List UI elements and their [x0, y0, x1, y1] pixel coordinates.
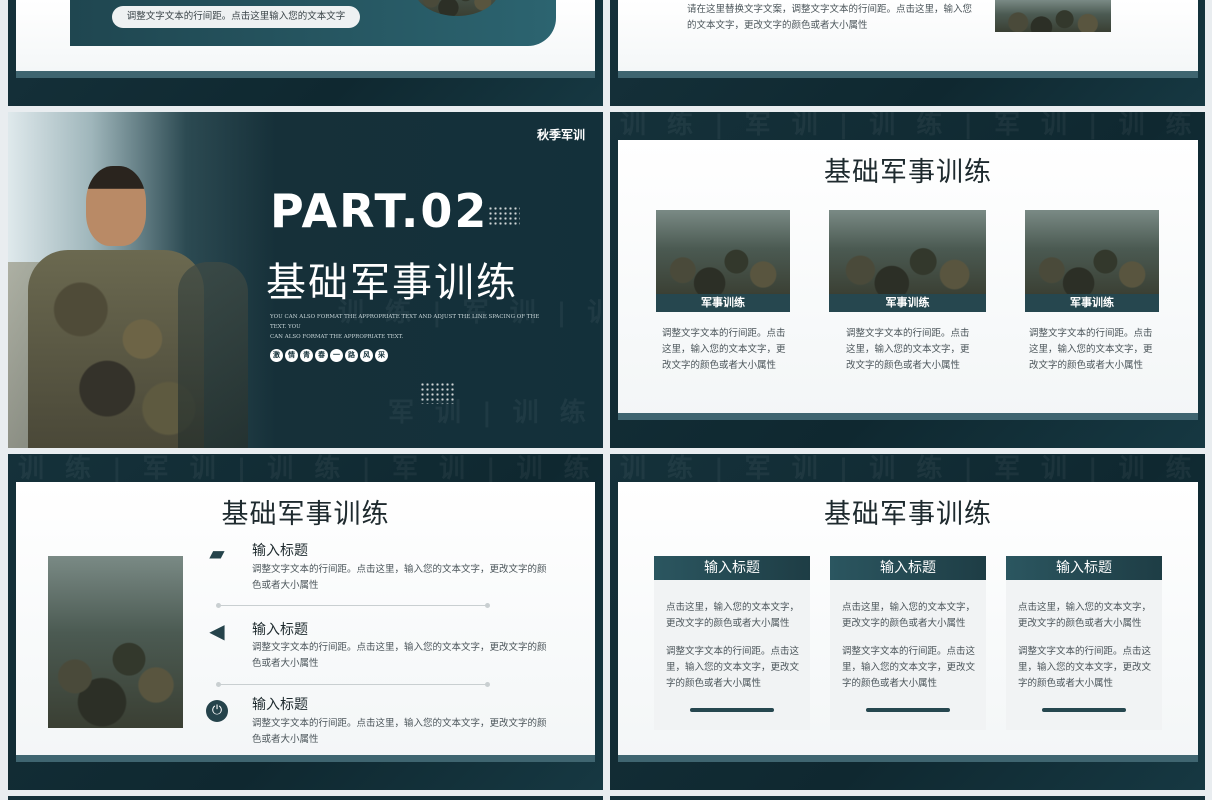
list-item-title-3: 输入标题 [252, 697, 308, 713]
list-item-text-2: 调整文字文本的行间距。点击这里，输入您的文本文字，更改文字的颜色或者大小属性 [252, 642, 547, 669]
content-card: 基础军事训练 军事训练 调整文字文本的行间距。点击这里，输入您的文本文字，更改文… [618, 140, 1198, 420]
slide-three-columns: 训 练 | 军 训 | 训 练 | 军 训 | 训 练 | 军 训 基础军事训练… [610, 454, 1205, 790]
slide-icon-list: 训 练 | 军 训 | 训 练 | 军 训 | 训 练 基础军事训练 ▰ 输入标… [8, 454, 603, 790]
content-card: 基础军事训练 输入标题 点击这里，输入您的文本文字，更改文字的颜色或者大小属性 … [618, 482, 1198, 762]
next-slide-strip-left [8, 796, 603, 800]
tag-row: 激 情 青 春 一 路 风 采 [270, 349, 388, 362]
column-bar [690, 708, 774, 712]
photo-caption-2: 军事训练 [829, 294, 986, 312]
list-item-text-1: 调整文字文本的行间距。点击这里，输入您的文本文字，更改文字的颜色或者大小属性 [252, 564, 547, 591]
column-bar [866, 708, 950, 712]
soldiers-photo [995, 0, 1111, 32]
power-icon: ⏻ [206, 700, 228, 722]
list-item-title-2: 输入标题 [252, 622, 308, 638]
slide-title: 基础军事训练 [824, 157, 992, 188]
photo-text-3: 调整文字文本的行间距。点击这里，输入您的文本文字，更改文字的颜色或者大小属性 [1029, 328, 1153, 371]
training-photo-1 [656, 210, 790, 296]
training-photo-3 [1025, 210, 1159, 296]
tag-badge: 情 [285, 349, 298, 362]
decor-dots [488, 206, 520, 226]
photo-text-1: 调整文字文本的行间距。点击这里，输入您的文本文字，更改文字的颜色或者大小属性 [662, 328, 786, 371]
marching-soldiers-photo [48, 556, 183, 728]
tag-badge: 激 [270, 349, 283, 362]
info-column-1: 输入标题 点击这里，输入您的文本文字，更改文字的颜色或者大小属性 调整文字文本的… [654, 556, 810, 730]
info-column-2: 输入标题 点击这里，输入您的文本文字，更改文字的颜色或者大小属性 调整文字文本的… [830, 556, 986, 730]
bg-watermark: 训 练 | 军 训 | 训 练 | 军 训 | 训 练 | 军 训 [620, 112, 1205, 140]
next-slide-strip-right [610, 796, 1205, 800]
column-header-1: 输入标题 [654, 556, 810, 580]
column-header-3: 输入标题 [1006, 556, 1162, 580]
bg-watermark: 训 练 | 军 训 | 训 练 | 军 训 | 训 练 | 军 训 [620, 454, 1205, 484]
column-text-1a: 点击这里，输入您的文本文字，更改文字的颜色或者大小属性 [666, 602, 800, 629]
content-card: 基础军事训练 ▰ 输入标题 调整文字文本的行间距。点击这里，输入您的文本文字，更… [16, 482, 595, 762]
slide-top-right: 请在这里替换文字文案，调整文字文本的行间距。点击这里，输入您 的文本文字，更改文… [610, 0, 1205, 106]
slide-cover: 训 练 | 军 训 | 训 练 军 训 | 训 练 秋季军训 PART.02 基… [8, 112, 603, 448]
photo-text-2: 调整文字文本的行间距。点击这里，输入您的文本文字，更改文字的颜色或者大小属性 [846, 328, 970, 371]
slide-top-left: 调整文字文本的行间距。点击这里输入您的文本文字 [8, 0, 603, 106]
event-logo: 秋季军训 [536, 128, 585, 142]
cover-title: 基础军事训练 [266, 260, 518, 306]
divider [216, 682, 490, 687]
training-photo-2 [829, 210, 986, 296]
card-bottom-bar [618, 413, 1198, 420]
text-pill: 调整文字文本的行间距。点击这里输入您的文本文字 [112, 6, 360, 28]
info-column-3: 输入标题 点击这里，输入您的文本文字，更改文字的颜色或者大小属性 调整文字文本的… [1006, 556, 1162, 730]
slide-title: 基础军事训练 [221, 499, 390, 530]
card-bottom-bar [16, 71, 595, 78]
card-bottom-bar [618, 71, 1198, 78]
column-header-2: 输入标题 [830, 556, 986, 580]
cover-subtitle: YOU CAN ALSO FORMAT THE APPROPRIATE TEXT… [270, 314, 540, 340]
divider [216, 603, 490, 608]
tag-badge: 春 [315, 349, 328, 362]
second-soldier [178, 262, 248, 448]
column-text-3a: 点击这里，输入您的文本文字，更改文字的颜色或者大小属性 [1018, 602, 1152, 629]
photo-caption-1: 军事训练 [656, 294, 790, 312]
megaphone-icon: ◀ [209, 619, 225, 643]
tag-badge: 青 [300, 349, 313, 362]
column-text-1b: 调整文字文本的行间距。点击这里，输入您的文本文字，更改文字的颜色或者大小属性 [666, 646, 800, 689]
decor-dots [420, 382, 456, 404]
content-card: 请在这里替换文字文案，调整文字文本的行间距。点击这里，输入您 的文本文字，更改文… [618, 0, 1198, 78]
tag-badge: 一 [330, 349, 343, 362]
column-text-2b: 调整文字文本的行间距。点击这里，输入您的文本文字，更改文字的颜色或者大小属性 [842, 646, 976, 689]
card-bottom-bar [16, 755, 595, 762]
part-label: PART.02 [270, 184, 489, 238]
pill-text: 调整文字文本的行间距。点击这里输入您的文本文字 [126, 11, 346, 22]
folder-icon: ▰ [209, 541, 225, 565]
slide-title: 基础军事训练 [824, 499, 992, 530]
soldier-head [86, 166, 146, 246]
content-card: 调整文字文本的行间距。点击这里输入您的文本文字 [16, 0, 595, 78]
column-bar [1042, 708, 1126, 712]
bg-watermark: 训 练 | 军 训 | 训 练 | 军 训 | 训 练 [18, 454, 596, 484]
photo-caption-3: 军事训练 [1025, 294, 1159, 312]
tag-badge: 采 [375, 349, 388, 362]
column-text-2a: 点击这里，输入您的文本文字，更改文字的颜色或者大小属性 [842, 602, 976, 629]
list-item-title-1: 输入标题 [252, 543, 308, 559]
bg-watermark: 军 训 | 训 练 [388, 398, 592, 428]
column-text-3b: 调整文字文本的行间距。点击这里，输入您的文本文字，更改文字的颜色或者大小属性 [1018, 646, 1152, 689]
slide-photo-cards: 训 练 | 军 训 | 训 练 | 军 训 | 训 练 | 军 训 基础军事训练… [610, 112, 1205, 448]
soldier-photo [8, 112, 268, 448]
card-bottom-bar [618, 755, 1198, 762]
list-item-text-3: 调整文字文本的行间距。点击这里，输入您的文本文字，更改文字的颜色或者大小属性 [252, 718, 547, 745]
body-text: 请在这里替换文字文案，调整文字文本的行间距。点击这里，输入您 的文本文字，更改文… [687, 4, 973, 31]
tag-badge: 路 [345, 349, 358, 362]
tag-badge: 风 [360, 349, 373, 362]
